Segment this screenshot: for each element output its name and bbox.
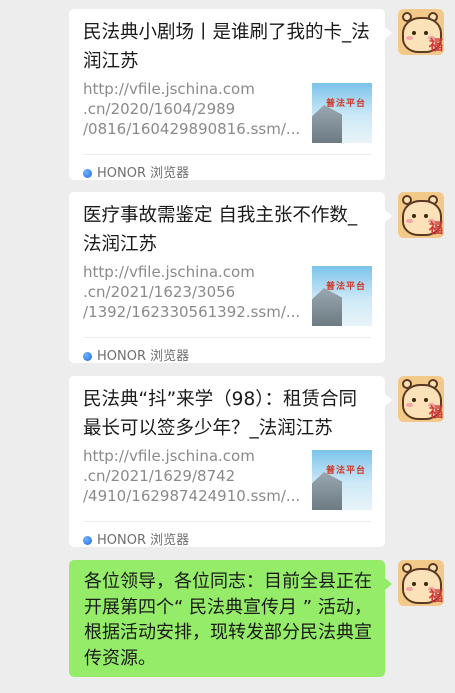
link-card-thumbnail: 普法平台	[312, 450, 372, 510]
avatar-glyph: 福	[429, 38, 443, 54]
card-divider	[83, 521, 371, 522]
link-card[interactable]: 民法典“抖”来学（98）：租赁合同最长可以签多少年？_法润江苏 http://v…	[69, 376, 385, 550]
thumbnail-building	[312, 472, 342, 510]
avatar-glyph: 福	[429, 589, 443, 605]
avatar-glyph: 福	[429, 221, 443, 237]
link-card-thumbnail: 普法平台	[312, 266, 372, 326]
avatar-eye	[424, 31, 428, 35]
avatar-eye	[412, 31, 416, 35]
link-card-url: http://vfile.jschina.com .cn/2020/1604/2…	[83, 80, 301, 138]
text-message-content: 各位领导，各位同志：目前全县正在开展第四个“ 民法典宣传月 ” 活动，根据活动安…	[84, 571, 372, 669]
link-card-title: 民法典小剧场丨是谁刷了我的卡_法润江苏	[83, 22, 370, 72]
bubble-tail	[385, 394, 392, 406]
link-card-thumbnail: 普法平台	[312, 83, 372, 143]
avatar[interactable]: 福	[398, 376, 444, 422]
browser-icon	[83, 352, 92, 361]
link-card-title: 医疗事故需鉴定 自我主张不作数_法润江苏	[83, 205, 358, 255]
avatar[interactable]: 福	[398, 192, 444, 238]
avatar-eye	[424, 582, 428, 586]
bubble-tail	[385, 210, 392, 222]
avatar-eye	[424, 398, 428, 402]
avatar-eye	[412, 398, 416, 402]
link-card-source: HONOR 浏览器	[83, 348, 189, 366]
thumbnail-caption: 普法平台	[326, 282, 367, 292]
thumbnail-building	[312, 105, 342, 143]
source-label: HONOR 浏览器	[97, 349, 190, 364]
link-card-url: http://vfile.jschina.com .cn/2021/1629/8…	[83, 447, 301, 505]
card-divider	[83, 154, 371, 155]
browser-icon	[83, 169, 92, 178]
avatar-blush	[406, 403, 413, 407]
thumbnail-caption: 普法平台	[326, 99, 367, 109]
thumbnail-building	[312, 288, 342, 326]
avatar-blush	[406, 36, 413, 40]
bubble-tail	[385, 578, 392, 590]
thumbnail-caption: 普法平台	[326, 466, 367, 476]
link-card-source: HONOR 浏览器	[83, 532, 189, 550]
link-card[interactable]: 民法典小剧场丨是谁刷了我的卡_法润江苏 http://vfile.jschina…	[69, 9, 385, 183]
browser-icon	[83, 536, 92, 545]
link-card-title: 民法典“抖”来学（98）：租赁合同最长可以签多少年？_法润江苏	[83, 389, 357, 439]
bubble-tail	[385, 27, 392, 39]
source-label: HONOR 浏览器	[97, 533, 190, 548]
text-message-bubble[interactable]: 各位领导，各位同志：目前全县正在开展第四个“ 民法典宣传月 ” 活动，根据活动安…	[69, 560, 385, 677]
avatar-eye	[424, 214, 428, 218]
avatar-eye	[412, 582, 416, 586]
link-card[interactable]: 医疗事故需鉴定 自我主张不作数_法润江苏 http://vfile.jschin…	[69, 192, 385, 366]
avatar[interactable]: 福	[398, 9, 444, 55]
link-card-source: HONOR 浏览器	[83, 165, 189, 183]
avatar-glyph: 福	[429, 405, 443, 421]
source-label: HONOR 浏览器	[97, 166, 190, 181]
avatar[interactable]: 福	[398, 560, 444, 606]
card-divider	[83, 337, 371, 338]
avatar-blush	[406, 219, 413, 223]
avatar-eye	[412, 214, 416, 218]
link-card-url: http://vfile.jschina.com .cn/2021/1623/3…	[83, 263, 301, 321]
avatar-blush	[406, 587, 413, 591]
